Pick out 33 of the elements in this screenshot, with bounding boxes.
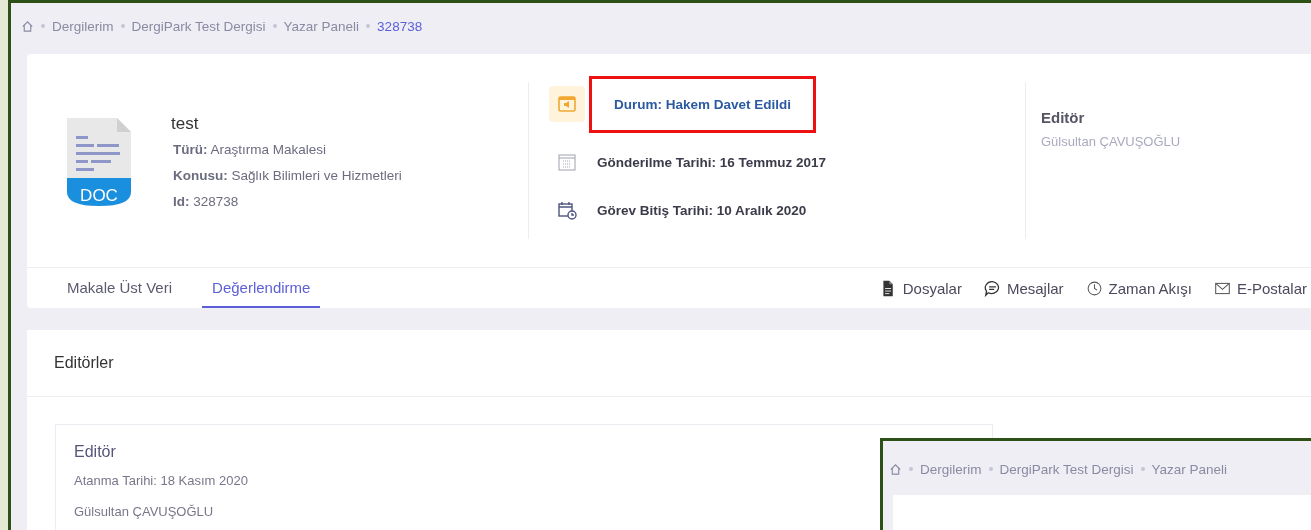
article-field: Konusu: Sağlık Bilimleri ve Hizmetleri [173, 168, 402, 183]
calendar-icon [557, 152, 577, 172]
megaphone-icon [557, 94, 577, 114]
clock-icon [1085, 279, 1103, 297]
home-icon [21, 19, 34, 33]
toolbar-button[interactable]: Mesajlar [983, 279, 1064, 297]
date-text: Görev Bitiş Tarihi: 10 Aralık 2020 [597, 202, 807, 218]
tab[interactable]: Değerlendirme [202, 268, 321, 308]
status-text: Durum: Hakem Davet Edildi [589, 75, 817, 133]
article-title: test [171, 114, 200, 134]
breadcrumb-link[interactable]: 328738 [377, 18, 423, 34]
section-title: Editörler [27, 330, 1311, 397]
editor-label: Editör [1041, 109, 1086, 126]
home-icon [889, 462, 902, 476]
calendar-clock-icon [557, 200, 577, 220]
date-text: Gönderilme Tarihi: 16 Temmuz 2017 [597, 154, 827, 170]
breadcrumb-link[interactable]: Yazar Paneli [283, 18, 360, 34]
article-field: Id: 328738 [173, 194, 402, 209]
assigned-date: Atanma Tarihi: 18 Kasım 2020 [74, 473, 249, 488]
toolbar-button[interactable]: Zaman Akışı [1085, 279, 1192, 297]
article-field: Türü: Araştırma Makalesi [173, 142, 402, 157]
editor-name: Gülsultan ÇAVUŞOĞLU [1041, 134, 1181, 149]
toolbar-button[interactable]: E-Postalar [1213, 279, 1307, 297]
breadcrumb-link[interactable]: DergiPark Test Dergisi [999, 461, 1134, 477]
editor-role: Editör [74, 443, 117, 461]
breadcrumb-link[interactable]: Yazar Paneli [1151, 461, 1228, 477]
breadcrumb-link[interactable]: Dergilerim [920, 461, 982, 477]
toolbar-button[interactable]: Dosyalar [879, 279, 962, 297]
tab[interactable]: Makale Üst Veri [57, 268, 183, 308]
editor-name: Gülsultan ÇAVUŞOĞLU [74, 504, 215, 519]
breadcrumb-link[interactable]: Dergilerim [52, 18, 114, 34]
chat-bubble-icon [983, 279, 1001, 297]
breadcrumb-link[interactable]: DergiPark Test Dergisi [131, 18, 266, 34]
